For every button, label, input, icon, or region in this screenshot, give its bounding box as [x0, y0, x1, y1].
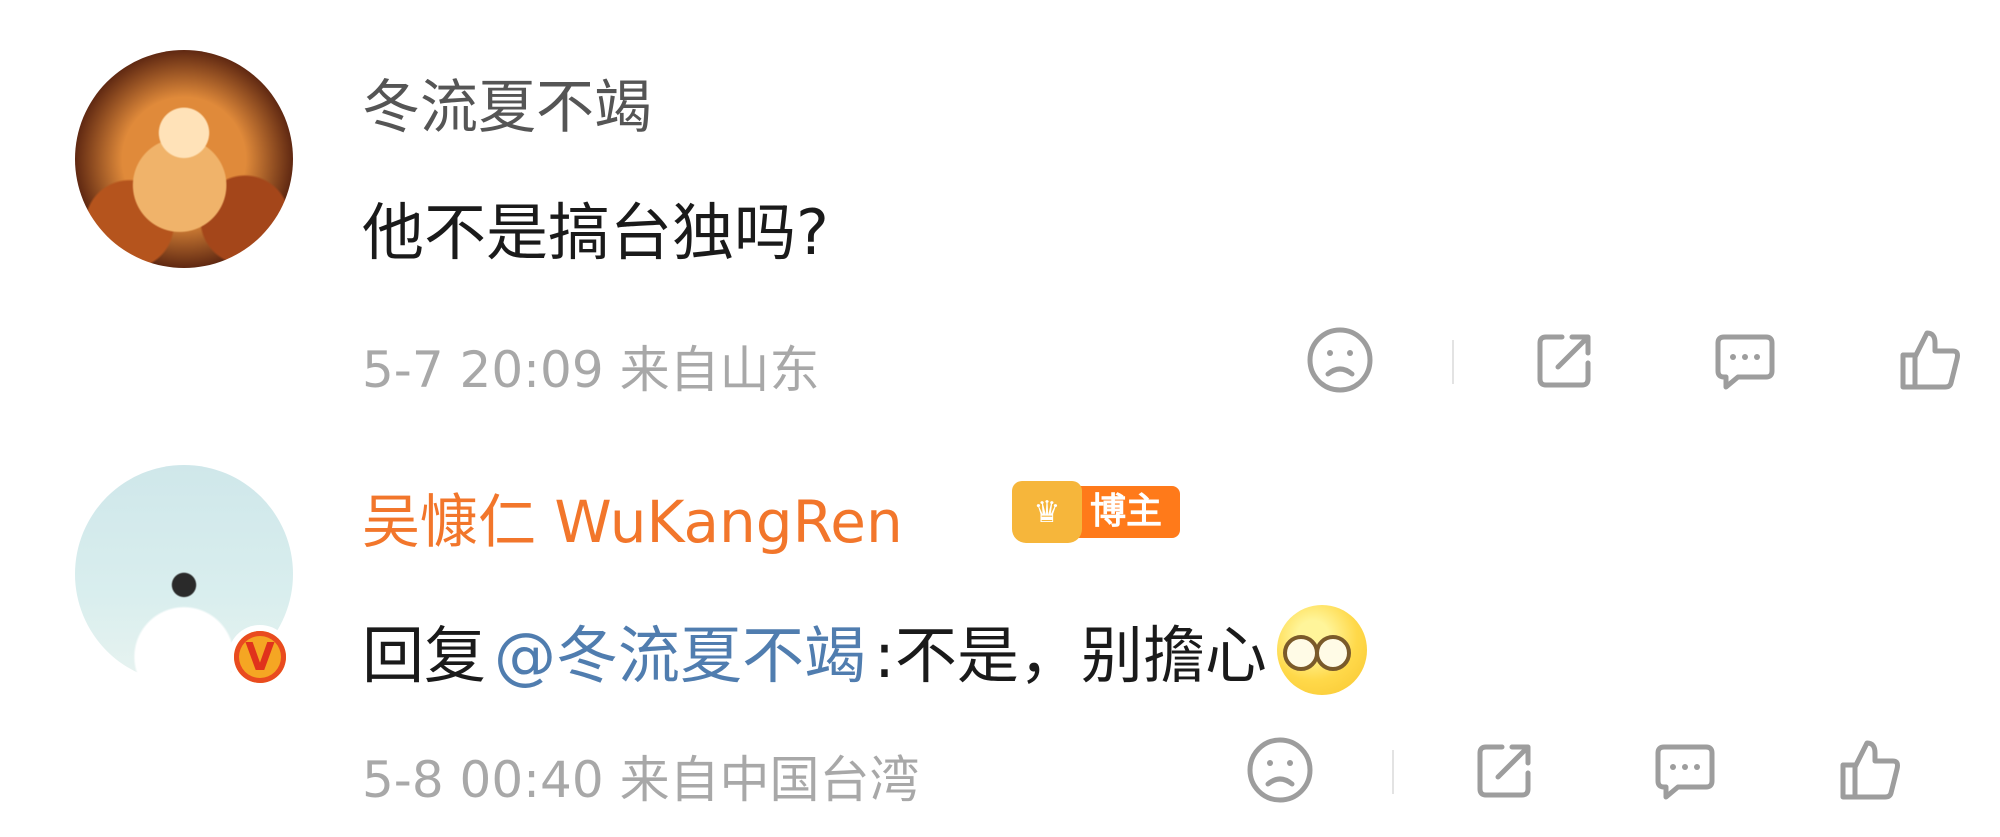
emoji-icon — [1276, 605, 1367, 695]
timestamp: 5-8 00:40 — [362, 751, 604, 809]
reply-prefix: 回复 — [362, 619, 487, 692]
mention-link[interactable]: @冬流夏不竭 — [494, 605, 866, 695]
comment-text: 他不是搞台独吗? — [362, 196, 829, 269]
like-icon[interactable] — [1895, 325, 1965, 395]
dislike-icon[interactable] — [1245, 735, 1315, 805]
badge-label: 博主 — [1076, 486, 1181, 538]
share-icon[interactable] — [1530, 325, 1600, 395]
timestamp: 5-7 20:09 — [362, 341, 604, 399]
comment-icon[interactable] — [1650, 735, 1720, 805]
comment-text: 回复 @冬流夏不竭 :不是，别擔心 — [362, 605, 1367, 695]
username[interactable]: 冬流夏不竭 — [362, 60, 652, 144]
comment-item: V 吴慷仁 WuKangRen ♛ 博主 回复 @冬流夏不竭 :不是，别擔心 5… — [0, 420, 2000, 837]
blogger-badge: ♛ 博主 — [1012, 480, 1181, 544]
location: 来自中国台湾 — [619, 751, 920, 809]
location: 来自山东 — [619, 341, 820, 399]
reply-text: :不是，别擔心 — [874, 619, 1267, 692]
username[interactable]: 吴慷仁 WuKangRen — [362, 475, 903, 559]
comment-meta: 5-8 00:40 来自中国台湾 — [362, 740, 920, 812]
dislike-icon[interactable] — [1305, 325, 1375, 395]
divider — [1392, 750, 1394, 794]
comment-item: 冬流夏不竭 他不是搞台独吗? 5-7 20:09 来自山东 — [0, 0, 2000, 420]
verified-badge-icon: V — [228, 625, 292, 689]
divider — [1452, 340, 1454, 384]
comment-meta: 5-7 20:09 来自山东 — [362, 330, 820, 402]
like-icon[interactable] — [1835, 735, 1905, 805]
crown-icon: ♛ — [1012, 481, 1082, 543]
share-icon[interactable] — [1470, 735, 1540, 805]
avatar[interactable] — [75, 50, 293, 268]
comment-icon[interactable] — [1710, 325, 1780, 395]
